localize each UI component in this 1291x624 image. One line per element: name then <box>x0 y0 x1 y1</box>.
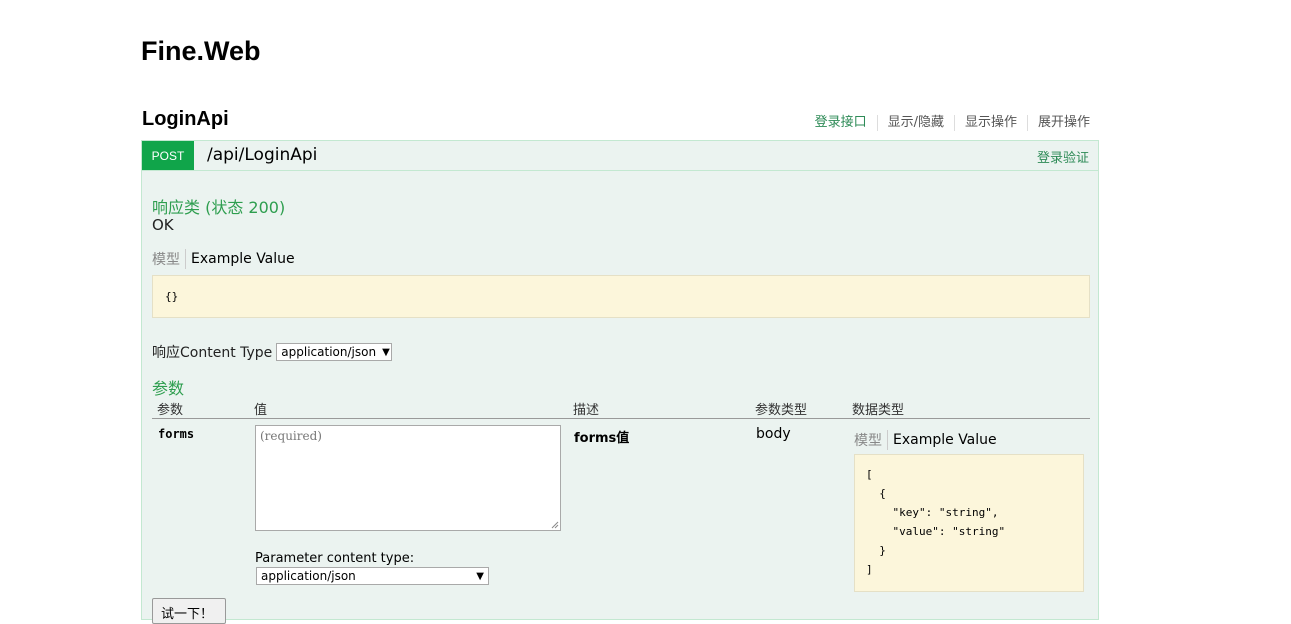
response-example-snippet: {} <box>152 275 1090 318</box>
link-resource-name[interactable]: 登录接口 <box>805 115 877 131</box>
link-list-operations[interactable]: 显示操作 <box>953 115 1027 131</box>
try-it-out-button[interactable]: 试一下！ <box>152 598 226 624</box>
chevron-down-icon: ▼ <box>476 570 484 582</box>
chevron-down-icon: ▼ <box>382 346 390 358</box>
response-content-type-select[interactable]: application/json ▼ <box>276 343 393 361</box>
resource-name[interactable]: LoginApi <box>142 108 229 131</box>
response-content-type-label: 响应Content Type <box>152 345 273 361</box>
parameters-heading: 参数 <box>152 379 185 398</box>
app-title: Fine.Web <box>141 36 261 66</box>
column-data-type: 数据类型 <box>852 403 905 418</box>
response-class-heading: 响应类 (状态 200) <box>152 198 286 217</box>
column-value: 值 <box>254 403 268 418</box>
response-tabs: 模型 Example Value <box>152 249 295 269</box>
resize-grip-icon[interactable] <box>551 521 559 529</box>
response-example-code: {} <box>165 290 179 303</box>
param-content-type-label: Parameter content type: <box>255 551 415 566</box>
tab-model[interactable]: 模型 <box>854 430 888 450</box>
column-parameter: 参数 <box>157 403 184 418</box>
param-type: body <box>756 426 791 442</box>
column-description: 描述 <box>573 403 600 418</box>
parameters-table-header: 参数 值 描述 参数类型 数据类型 <box>152 399 1090 419</box>
tab-example-value[interactable]: Example Value <box>191 251 295 267</box>
response-content-type-value: application/json <box>281 345 377 359</box>
param-name: forms <box>158 427 195 441</box>
param-content-type-value: application/json <box>261 569 356 583</box>
link-show-hide[interactable]: 显示/隐藏 <box>876 115 954 131</box>
operation-summary[interactable]: 登录验证 <box>1037 147 1089 166</box>
operation-header[interactable]: POST /api/LoginApi 登录验证 <box>142 141 1098 171</box>
column-parameter-type: 参数类型 <box>755 403 808 418</box>
tab-model[interactable]: 模型 <box>152 249 186 269</box>
resource-links: 登录接口 显示/隐藏 显示操作 展开操作 <box>805 115 1090 131</box>
param-example-snippet[interactable]: [ { "key": "string", "value": "string" }… <box>854 454 1084 592</box>
http-method-badge[interactable]: POST <box>142 141 194 170</box>
param-content-type-select[interactable]: application/json ▼ <box>256 567 489 585</box>
response-content-type-row: 响应Content Type application/json ▼ <box>152 342 393 362</box>
param-model-tabs: 模型 Example Value <box>854 430 997 450</box>
operation-panel: POST /api/LoginApi 登录验证 响应类 (状态 200) OK … <box>141 140 1099 624</box>
tab-example-value[interactable]: Example Value <box>893 432 997 448</box>
operation-path[interactable]: /api/LoginApi <box>207 145 317 165</box>
param-value-placeholder: (required) <box>260 429 322 443</box>
param-value-textarea[interactable]: (required) <box>255 425 561 531</box>
param-example-code: [ { "key": "string", "value": "string" }… <box>866 468 1006 576</box>
param-description: forms值 <box>574 431 630 446</box>
response-status-text: OK <box>152 216 174 234</box>
table-row: forms (required) Parameter content type:… <box>142 419 1098 592</box>
link-expand-operations[interactable]: 展开操作 <box>1026 115 1090 131</box>
